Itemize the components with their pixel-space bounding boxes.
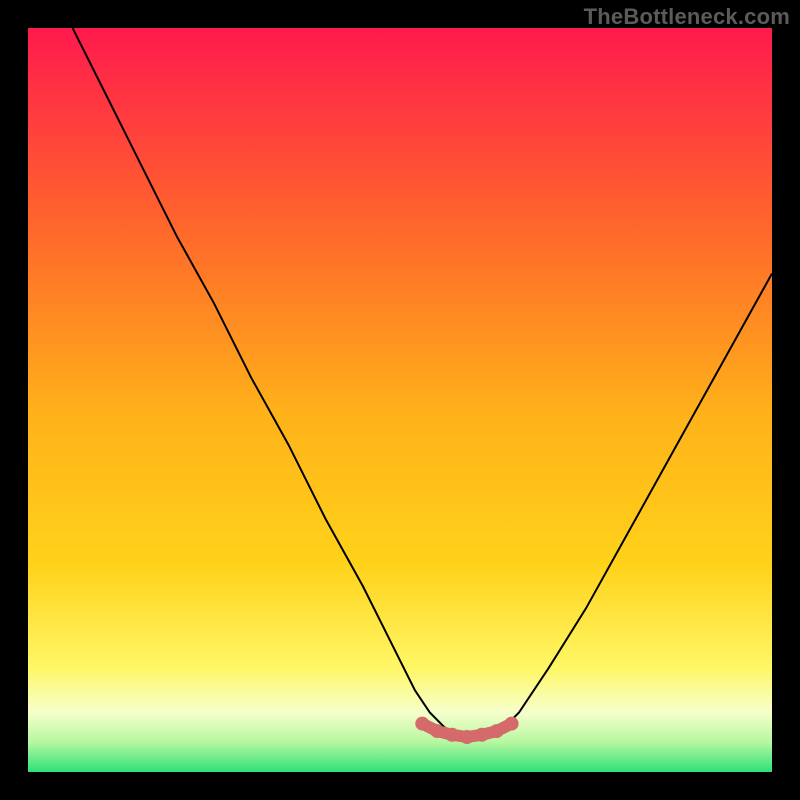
- optimal-marker: [415, 717, 429, 731]
- optimal-marker: [445, 728, 459, 742]
- optimal-marker: [475, 728, 489, 742]
- optimal-marker: [490, 724, 504, 738]
- optimal-marker: [460, 730, 474, 744]
- chart-frame: TheBottleneck.com: [0, 0, 800, 800]
- bottleneck-chart: [28, 28, 772, 772]
- optimal-marker: [505, 717, 519, 731]
- watermark-text: TheBottleneck.com: [584, 4, 790, 30]
- optimal-marker: [430, 724, 444, 738]
- plot-area: [28, 28, 772, 772]
